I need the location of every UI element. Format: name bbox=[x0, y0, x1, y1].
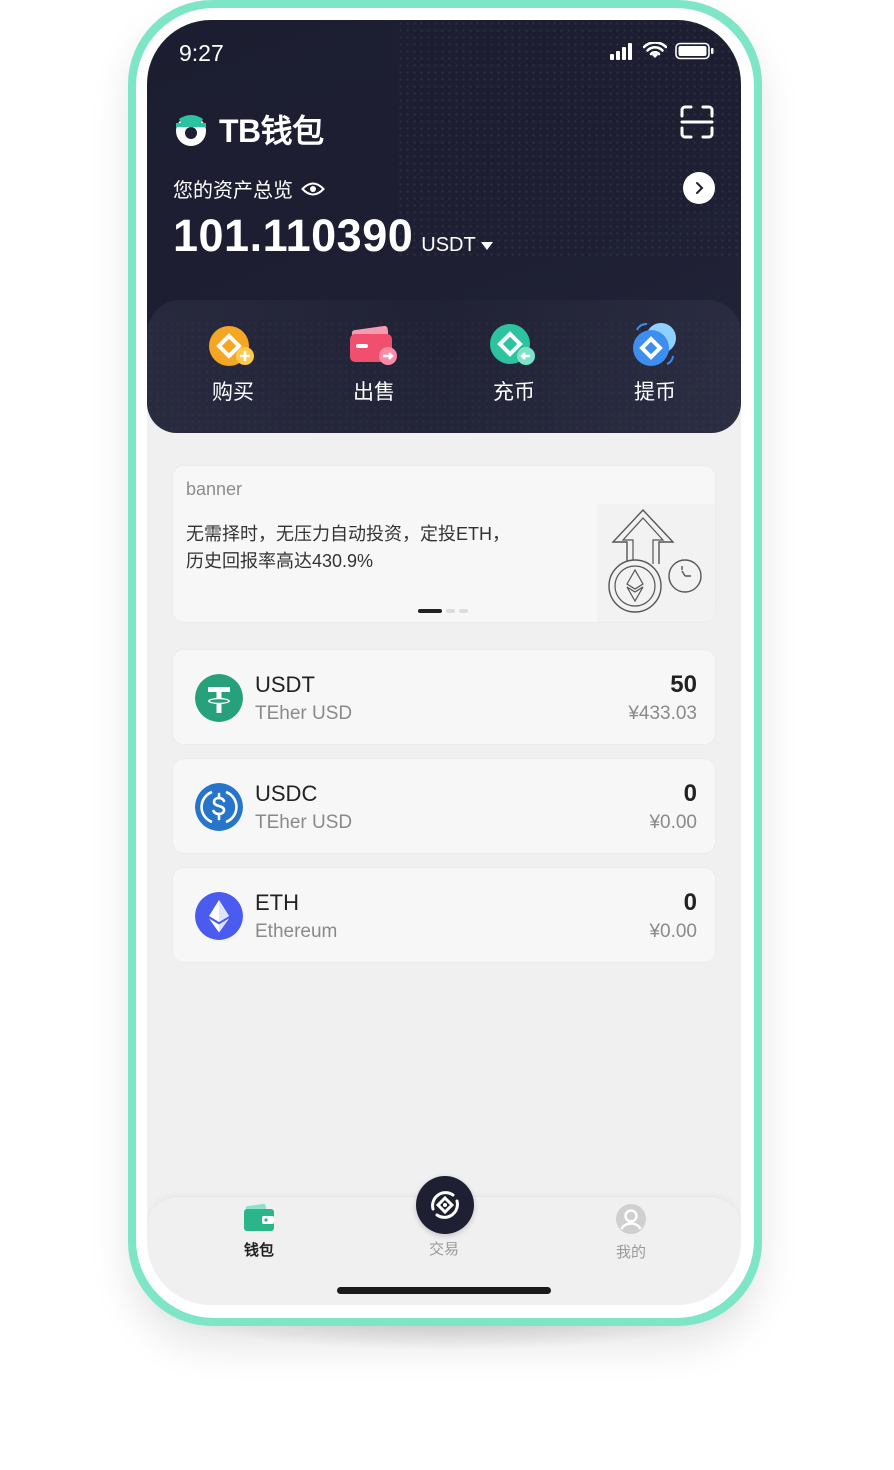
tab-mine[interactable]: 我的 bbox=[571, 1203, 691, 1262]
sell-icon bbox=[350, 325, 397, 365]
banner-tag: banner bbox=[186, 479, 243, 499]
coin-row-eth[interactable]: ETH Ethereum 0 ¥0.00 bbox=[172, 867, 716, 963]
tab-wallet-label: 钱包 bbox=[243, 1242, 274, 1259]
eth-growth-illustration-icon bbox=[608, 508, 702, 613]
balance-unit: USDT bbox=[421, 234, 476, 256]
action-withdraw-label: 提币 bbox=[634, 381, 676, 404]
promo-banner[interactable]: banner 无需择时，无压力自动投资，定投ETH， 历史回报率高达430.9% bbox=[172, 465, 716, 623]
coin-row-usdt[interactable]: USDT TEher USD 50 ¥433.03 bbox=[172, 649, 716, 745]
eth-icon bbox=[195, 892, 243, 940]
banner-dot-active[interactable] bbox=[418, 609, 442, 613]
trade-button[interactable] bbox=[416, 1176, 474, 1234]
coin-name: TEher USD bbox=[255, 812, 353, 833]
action-withdraw[interactable]: 提币 bbox=[610, 320, 700, 406]
scan-icon[interactable] bbox=[679, 104, 715, 140]
signal-icon bbox=[610, 43, 632, 60]
status-icons bbox=[609, 42, 715, 60]
action-deposit-label: 充币 bbox=[493, 381, 535, 404]
tab-wallet[interactable]: 钱包 bbox=[199, 1203, 319, 1260]
coin-amount: 50 bbox=[670, 671, 697, 698]
coin-symbol: USDT bbox=[255, 672, 315, 697]
asset-overview-text: 您的资产总览 bbox=[173, 180, 293, 202]
coin-amount: 0 bbox=[683, 889, 697, 916]
coin-symbol: ETH bbox=[255, 890, 299, 915]
buy-icon bbox=[209, 326, 254, 366]
status-time: 9:27 bbox=[179, 40, 224, 66]
banner-pagination bbox=[418, 609, 468, 613]
brand: TB钱包 bbox=[173, 106, 324, 152]
withdraw-icon bbox=[633, 322, 676, 366]
total-balance: 101.110390 USDT bbox=[173, 210, 494, 262]
wifi-icon bbox=[643, 42, 667, 58]
user-profile-icon bbox=[616, 1204, 646, 1234]
action-sell[interactable]: 出售 bbox=[329, 320, 419, 406]
action-buy-label: 购买 bbox=[212, 381, 254, 404]
tab-mine-label: 我的 bbox=[615, 1244, 646, 1261]
battery-icon bbox=[675, 42, 714, 60]
asset-overview-label: 您的资产总览 bbox=[173, 174, 325, 203]
banner-dot[interactable] bbox=[446, 609, 455, 613]
action-sell-label: 出售 bbox=[353, 381, 395, 404]
tb-logo-icon bbox=[176, 115, 206, 146]
usdt-icon bbox=[195, 674, 243, 722]
coin-row-usdc[interactable]: USDC TEher USD 0 ¥0.00 bbox=[172, 758, 716, 854]
coin-fiat-value: ¥433.03 bbox=[628, 703, 697, 724]
balance-unit-selector[interactable]: USDT bbox=[421, 234, 493, 257]
banner-illustration bbox=[597, 504, 715, 622]
chevron-right-icon bbox=[696, 182, 704, 194]
brand-name: TB钱包 bbox=[219, 113, 324, 149]
banner-line-2: 历史回报率高达430.9% bbox=[186, 551, 374, 571]
home-indicator[interactable] bbox=[337, 1287, 551, 1294]
trade-icon bbox=[431, 1191, 459, 1219]
coin-name: TEher USD bbox=[255, 703, 353, 724]
tab-trade[interactable]: 交易 bbox=[384, 1238, 504, 1259]
app-screen: 9:27 TB钱包 您的资产总览 101.110390 USDT 购买 出售 充… bbox=[147, 20, 741, 1305]
coin-fiat-value: ¥0.00 bbox=[649, 812, 697, 833]
eye-icon[interactable] bbox=[301, 181, 325, 197]
banner-line-1: 无需择时，无压力自动投资，定投ETH， bbox=[186, 524, 510, 544]
action-deposit[interactable]: 充币 bbox=[469, 320, 559, 406]
coin-name: Ethereum bbox=[255, 921, 338, 942]
balance-amount: 101.110390 bbox=[173, 210, 414, 261]
usdc-icon bbox=[195, 783, 243, 831]
asset-detail-button[interactable] bbox=[683, 172, 715, 204]
coin-amount: 0 bbox=[683, 780, 697, 807]
banner-dot[interactable] bbox=[459, 609, 468, 613]
tab-trade-label: 交易 bbox=[428, 1241, 459, 1258]
action-buy[interactable]: 购买 bbox=[188, 320, 278, 406]
coin-fiat-value: ¥0.00 bbox=[649, 921, 697, 942]
caret-down-icon bbox=[480, 241, 493, 250]
banner-text: 无需择时，无压力自动投资，定投ETH， 历史回报率高达430.9% bbox=[186, 521, 546, 575]
stage: 9:27 TB钱包 您的资产总览 101.110390 USDT 购买 出售 充… bbox=[0, 0, 894, 1470]
wallet-icon bbox=[244, 1203, 274, 1231]
coin-symbol: USDC bbox=[255, 781, 318, 806]
deposit-icon bbox=[490, 324, 535, 365]
